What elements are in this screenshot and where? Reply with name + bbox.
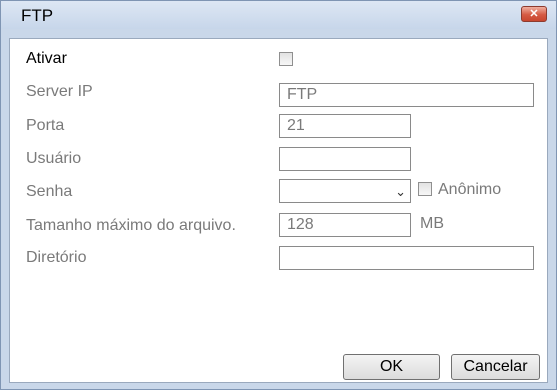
close-icon: ✕ xyxy=(529,8,539,20)
enable-checkbox[interactable] xyxy=(279,52,293,66)
cancel-button[interactable]: Cancelar xyxy=(451,354,540,380)
window-title: FTP xyxy=(21,6,54,25)
user-input[interactable] xyxy=(279,147,411,171)
max-file-size-input[interactable]: 128 xyxy=(279,213,411,237)
ftp-dialog: FTP ✕ Ativar Server IP FTP Porta 21 Usuá… xyxy=(0,0,557,390)
anonymous-label: Anônimo xyxy=(438,181,502,198)
settings-panel: Ativar Server IP FTP Porta 21 Usuário Se… xyxy=(9,38,548,383)
user-label: Usuário xyxy=(26,150,82,167)
password-input[interactable]: ⌄ xyxy=(279,179,411,203)
chevron-down-icon[interactable]: ⌄ xyxy=(395,181,406,203)
close-button[interactable]: ✕ xyxy=(521,6,547,22)
server-ip-label: Server IP xyxy=(26,83,93,100)
server-ip-input[interactable]: FTP xyxy=(279,83,534,107)
directory-input[interactable] xyxy=(279,246,534,270)
max-file-size-unit: MB xyxy=(420,215,444,232)
password-label: Senha xyxy=(26,183,73,200)
max-file-size-label: Tamanho máximo do arquivo. xyxy=(26,217,236,234)
ok-button[interactable]: OK xyxy=(343,354,440,380)
port-label: Porta xyxy=(26,117,65,134)
port-input[interactable]: 21 xyxy=(279,114,411,138)
anonymous-checkbox[interactable] xyxy=(418,182,432,196)
directory-label: Diretório xyxy=(26,249,87,266)
enable-label: Ativar xyxy=(26,50,67,67)
title-bar[interactable]: FTP ✕ xyxy=(1,1,556,29)
